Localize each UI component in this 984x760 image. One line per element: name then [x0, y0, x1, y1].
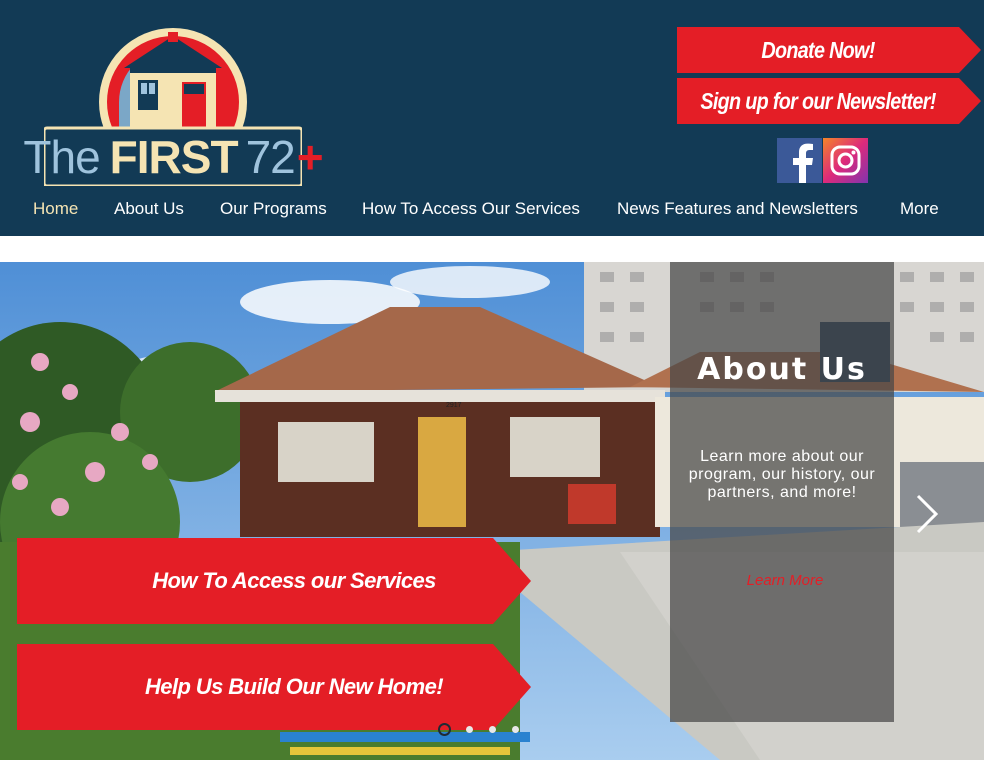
learn-more-link[interactable]: Learn More [670, 572, 900, 589]
access-services-label: How To Access our Services [152, 568, 436, 593]
house-number: 2917 [446, 402, 462, 409]
nav-item-more[interactable]: More [900, 199, 939, 219]
about-us-body: Learn more about our program, our histor… [688, 448, 876, 501]
logo-number: 72 [245, 131, 296, 183]
slide-dot-1[interactable] [438, 723, 451, 736]
next-slide-icon[interactable] [914, 492, 940, 536]
nav-item-our-programs[interactable]: Our Programs [220, 199, 327, 219]
main-nav: Home About Us Our Programs How To Access… [0, 190, 984, 230]
slide-dot-3[interactable] [489, 726, 496, 733]
facebook-glyph [793, 143, 813, 183]
slide-indicators [438, 723, 528, 737]
logo-the: The [23, 131, 100, 183]
logo-plus: + [296, 131, 324, 183]
instagram-icon[interactable] [823, 138, 868, 183]
site-logo[interactable]: The FIRST 72 + [23, 24, 324, 188]
newsletter-button[interactable]: Sign up for our Newsletter! [677, 78, 981, 124]
nav-item-how-to-access[interactable]: How To Access Our Services [362, 199, 580, 219]
logo-first: FIRST [109, 131, 239, 183]
newsletter-label: Sign up for our Newsletter! [700, 87, 936, 114]
slide-dot-4[interactable] [512, 726, 519, 733]
nav-item-about-us[interactable]: About Us [114, 199, 184, 219]
build-home-button[interactable]: Help Us Build Our New Home! [17, 644, 531, 730]
nav-item-news-features[interactable]: News Features and Newsletters [617, 199, 858, 219]
access-services-button[interactable]: How To Access our Services [17, 538, 531, 624]
site-header: The FIRST 72 + Donate Now! Sign up for o… [0, 0, 984, 236]
instagram-glyph [830, 145, 861, 176]
about-us-title: About Us [697, 352, 867, 387]
nav-item-home[interactable]: Home [33, 199, 78, 219]
donate-button[interactable]: Donate Now! [677, 27, 981, 73]
about-us-panel: About Us Learn more about our program, o… [670, 262, 894, 722]
donate-label: Donate Now! [761, 36, 875, 63]
build-home-label: Help Us Build Our New Home! [145, 674, 444, 699]
logo-wordmark: The FIRST 72 + [23, 128, 323, 186]
slide-dot-2[interactable] [466, 726, 473, 733]
facebook-icon[interactable] [777, 138, 822, 183]
